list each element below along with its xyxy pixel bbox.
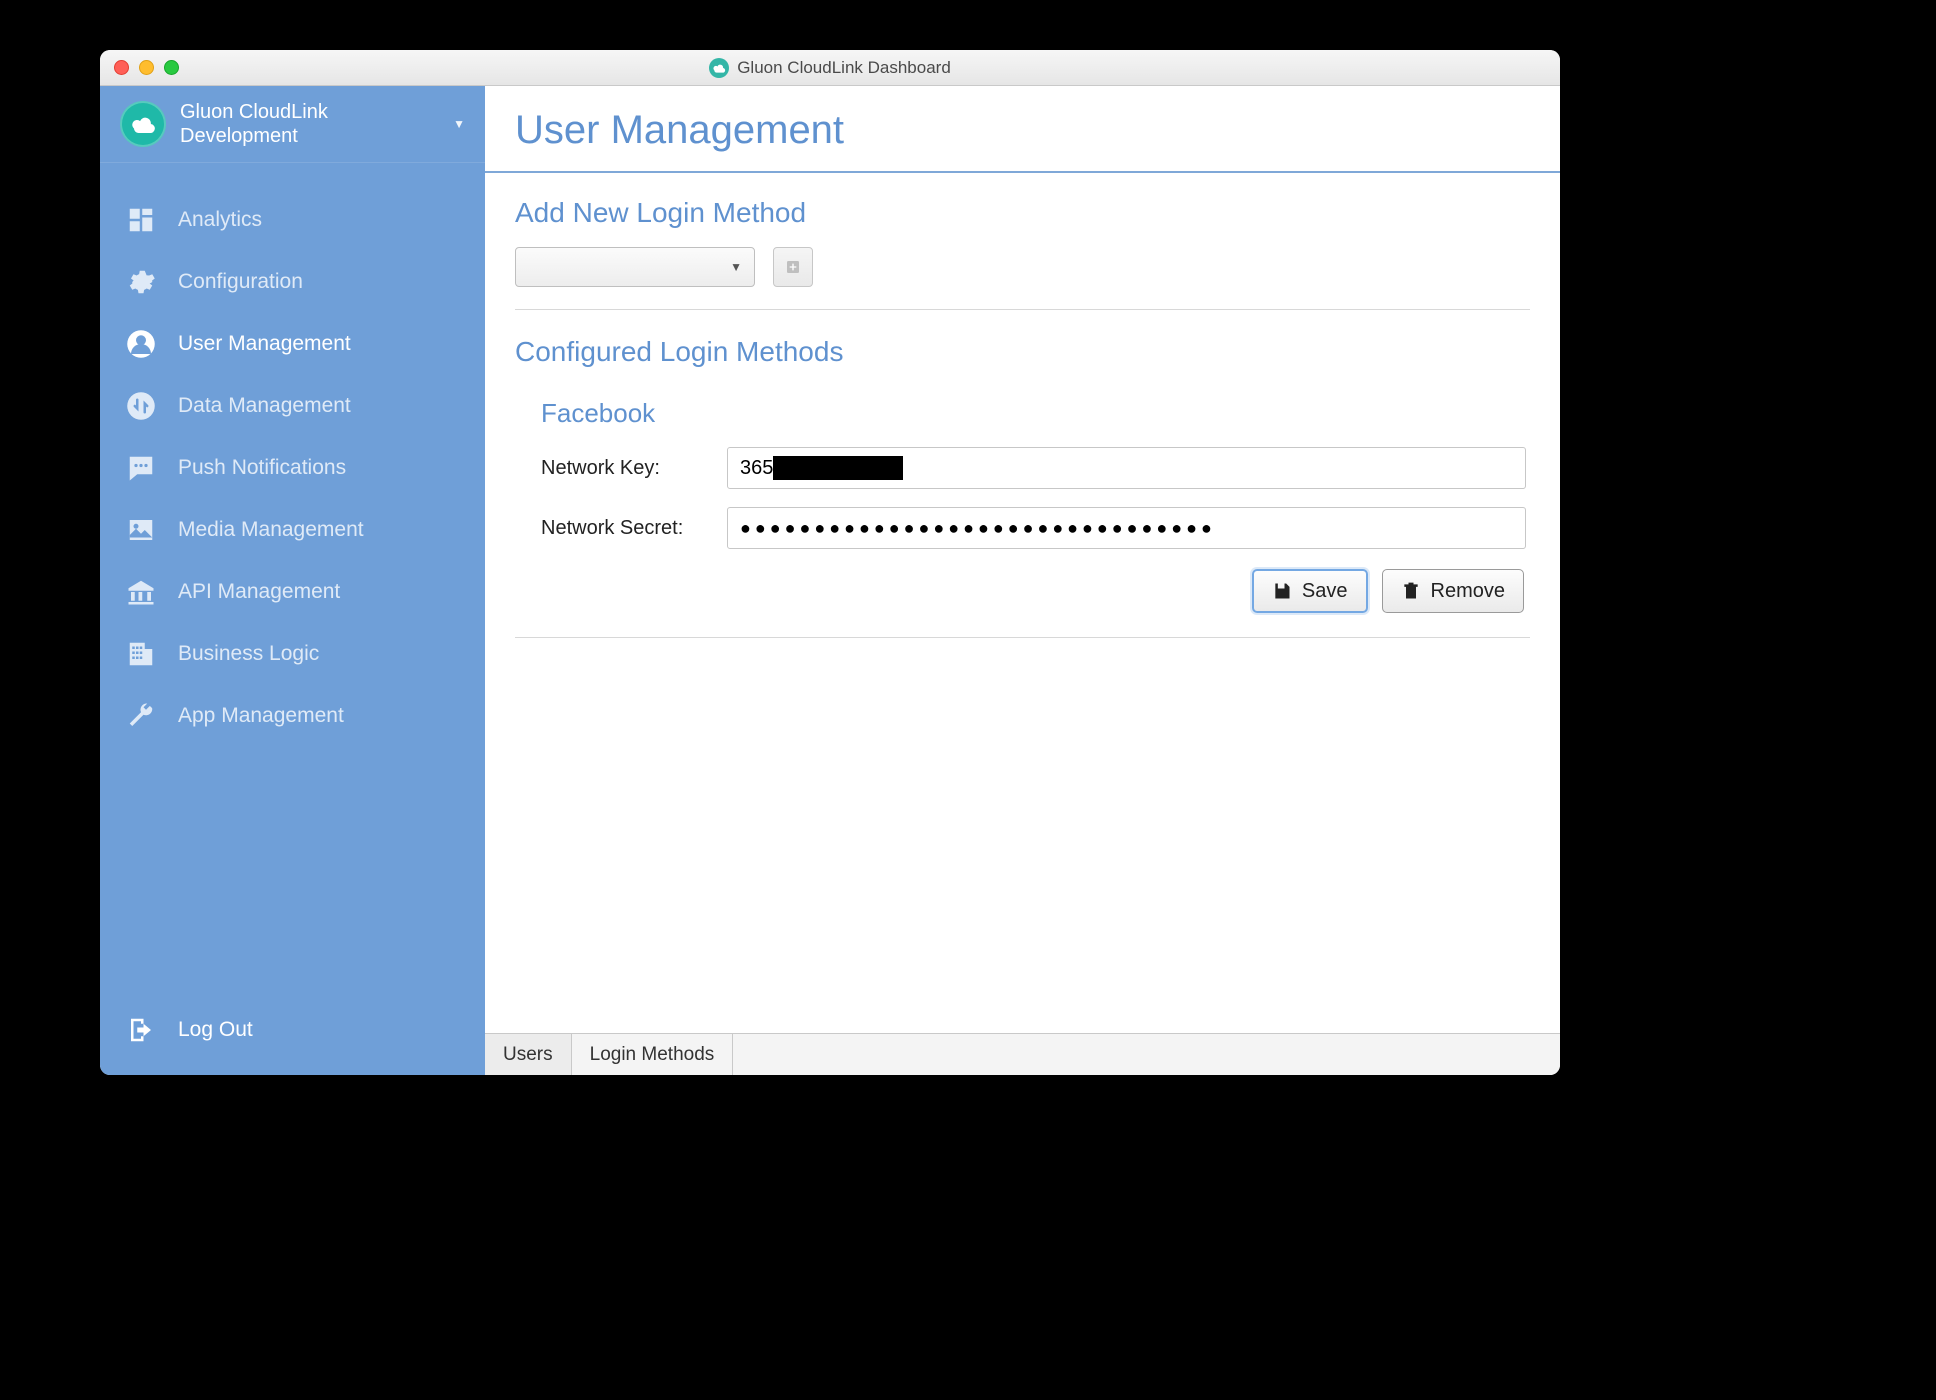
logout-icon	[126, 1015, 156, 1045]
sidebar-item-label: Business Logic	[178, 642, 319, 666]
sidebar-item-configuration[interactable]: Configuration	[100, 251, 485, 313]
login-method-dropdown[interactable]: ▼	[515, 247, 755, 287]
tab-users[interactable]: Users	[485, 1034, 572, 1075]
network-key-label: Network Key:	[541, 457, 721, 480]
app-window: Gluon CloudLink Dashboard Gluon CloudLin…	[100, 50, 1560, 1075]
close-window-button[interactable]	[114, 60, 129, 75]
bank-icon	[126, 577, 156, 607]
tab-login-methods[interactable]: Login Methods	[572, 1034, 734, 1075]
network-secret-label: Network Secret:	[541, 517, 721, 540]
main-panel: User Management Add New Login Method ▼ C…	[485, 86, 1560, 1075]
logout-button[interactable]: Log Out	[100, 995, 485, 1075]
sidebar-item-business-logic[interactable]: Business Logic	[100, 623, 485, 685]
logout-label: Log Out	[178, 1018, 253, 1042]
app-name: Gluon CloudLink Development	[180, 100, 328, 148]
sidebar-item-label: Media Management	[178, 518, 364, 542]
add-method-button[interactable]	[773, 247, 813, 287]
sidebar-item-label: API Management	[178, 580, 340, 604]
remove-button-label: Remove	[1431, 580, 1505, 603]
wrench-icon	[126, 701, 156, 731]
window-title: Gluon CloudLink Dashboard	[100, 58, 1560, 78]
dashboard-icon	[126, 205, 156, 235]
network-key-row: Network Key: 365	[541, 447, 1526, 489]
plus-icon	[785, 259, 801, 275]
sidebar-item-data-management[interactable]: Data Management	[100, 375, 485, 437]
user-icon	[126, 329, 156, 359]
sidebar-item-push-notifications[interactable]: Push Notifications	[100, 437, 485, 499]
caret-down-icon: ▼	[730, 260, 742, 274]
app-name-line2: Development	[180, 124, 328, 148]
sidebar-item-label: Configuration	[178, 270, 303, 294]
sidebar-item-label: Analytics	[178, 208, 262, 232]
app-name-line1: Gluon CloudLink	[180, 100, 328, 124]
sidebar: Gluon CloudLink Development ▼ Analytics …	[100, 86, 485, 1075]
content-area: Add New Login Method ▼ Configured Login …	[485, 173, 1560, 1033]
tab-label: Login Methods	[590, 1044, 715, 1066]
window-controls	[114, 60, 179, 75]
zoom-window-button[interactable]	[164, 60, 179, 75]
sidebar-item-api-management[interactable]: API Management	[100, 561, 485, 623]
app-logo-icon	[120, 101, 166, 147]
app-icon	[709, 58, 729, 78]
network-secret-input[interactable]: ●●●●●●●●●●●●●●●●●●●●●●●●●●●●●●●●	[727, 507, 1526, 549]
chat-icon	[126, 453, 156, 483]
add-login-method-row: ▼	[515, 247, 1530, 310]
sidebar-item-analytics[interactable]: Analytics	[100, 189, 485, 251]
gear-icon	[126, 267, 156, 297]
configured-methods-heading: Configured Login Methods	[515, 336, 1530, 368]
remove-button[interactable]: Remove	[1382, 569, 1524, 613]
card-actions: Save Remove	[519, 569, 1526, 613]
transfer-icon	[126, 391, 156, 421]
save-button[interactable]: Save	[1252, 569, 1368, 613]
network-key-input[interactable]: 365	[727, 447, 1526, 489]
sidebar-item-media-management[interactable]: Media Management	[100, 499, 485, 561]
login-method-card: Facebook Network Key: 365 Network Secret…	[515, 386, 1530, 638]
bottom-tabs: Users Login Methods	[485, 1033, 1560, 1075]
image-icon	[126, 515, 156, 545]
caret-down-icon: ▼	[453, 117, 465, 131]
network-secret-masked: ●●●●●●●●●●●●●●●●●●●●●●●●●●●●●●●●	[740, 518, 1216, 539]
page-title: User Management	[485, 86, 1560, 173]
sidebar-item-label: Push Notifications	[178, 456, 346, 480]
provider-name: Facebook	[541, 398, 1526, 429]
sidebar-item-label: User Management	[178, 332, 351, 356]
app-switcher[interactable]: Gluon CloudLink Development ▼	[100, 86, 485, 163]
titlebar: Gluon CloudLink Dashboard	[100, 50, 1560, 86]
add-login-method-heading: Add New Login Method	[515, 197, 1530, 229]
tab-label: Users	[503, 1044, 553, 1066]
building-icon	[126, 639, 156, 669]
network-secret-row: Network Secret: ●●●●●●●●●●●●●●●●●●●●●●●●…	[541, 507, 1526, 549]
network-key-value-prefix: 365	[740, 457, 773, 480]
save-icon	[1272, 581, 1292, 601]
minimize-window-button[interactable]	[139, 60, 154, 75]
sidebar-nav: Analytics Configuration User Management …	[100, 163, 485, 995]
sidebar-item-label: App Management	[178, 704, 344, 728]
sidebar-item-app-management[interactable]: App Management	[100, 685, 485, 747]
trash-icon	[1401, 581, 1421, 601]
redacted-segment	[773, 456, 903, 480]
save-button-label: Save	[1302, 580, 1348, 603]
window-title-text: Gluon CloudLink Dashboard	[737, 58, 951, 78]
sidebar-item-label: Data Management	[178, 394, 351, 418]
sidebar-item-user-management[interactable]: User Management	[100, 313, 485, 375]
